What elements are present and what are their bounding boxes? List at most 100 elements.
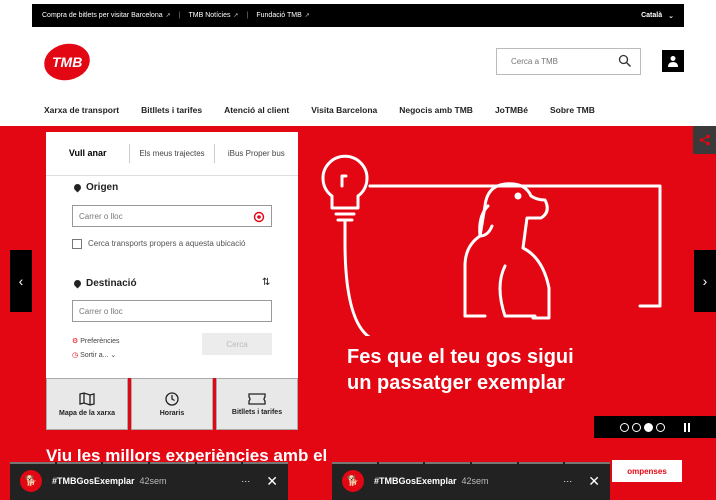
destination-placeholder: Carrer o lloc: [79, 306, 123, 316]
search-icon[interactable]: [618, 54, 632, 68]
topbar-link-buy-tickets[interactable]: Compra de bitlets per visitar Barcelona …: [42, 12, 171, 19]
hero-title-line: Fes que el teu gos sigui: [347, 346, 574, 368]
story-timestamp: 42sem: [139, 476, 167, 486]
close-icon[interactable]: ✕: [266, 473, 278, 490]
clock-icon: ◷: [72, 352, 79, 359]
depart-time-selector[interactable]: ◷ Sortir a... ⌄: [72, 349, 120, 363]
carousel-dot[interactable]: [632, 422, 641, 432]
depart-label: Sortir a...: [80, 352, 109, 359]
hero-title: Fes que el teu gos sigui un passatger ex…: [347, 344, 574, 396]
instagram-story-bar[interactable]: 🐕 #TMBGosExemplar 42sem ··· ✕: [332, 462, 611, 500]
nav-item-business[interactable]: Negocis amb TMB: [399, 105, 473, 115]
nav-item-about[interactable]: Sobre TMB: [550, 105, 595, 115]
nav-item-jotmbe[interactable]: JoTMBé: [495, 105, 528, 115]
hero-title-line: un passatger exemplar: [347, 372, 565, 394]
carousel-next-button[interactable]: ›: [694, 250, 716, 312]
carousel-indicators: [594, 416, 716, 438]
story-progress: [10, 462, 289, 464]
chevron-down-icon: ⌄: [110, 352, 117, 359]
topbar-link-foundation[interactable]: Fundació TMB ↗: [256, 12, 309, 19]
site-search: [496, 48, 641, 75]
separator: |: [178, 12, 181, 19]
promo-button[interactable]: ompenses: [612, 460, 682, 482]
chevron-down-icon: ⌄: [668, 12, 674, 20]
avatar: 🐕: [20, 470, 42, 492]
swap-icon[interactable]: ⇅: [262, 277, 270, 288]
top-utility-inner: Compra de bitlets per visitar Barcelona …: [32, 4, 684, 27]
more-options-icon[interactable]: ···: [563, 476, 572, 486]
share-button[interactable]: [693, 126, 716, 154]
top-utility-bar: Compra de bitlets per visitar Barcelona …: [0, 0, 716, 32]
origin-input[interactable]: Carrer o lloc: [72, 205, 272, 227]
story-hashtag[interactable]: #TMBGosExemplar: [374, 476, 457, 486]
destination-label: Destinació: [72, 278, 137, 289]
preferences-link[interactable]: ⚙ Preferències: [72, 335, 120, 349]
locate-me-icon[interactable]: [253, 211, 265, 223]
external-link-icon: ↗: [233, 13, 239, 19]
quick-link-label: Horaris: [159, 409, 185, 417]
language-label: Català: [641, 11, 663, 19]
user-account-button[interactable]: [662, 50, 684, 72]
dog-lightbulb-illustration: [321, 154, 662, 336]
location-pin-icon: [72, 182, 83, 193]
pause-icon[interactable]: [684, 422, 690, 432]
nav-item-transport-network[interactable]: Xarxa de transport: [44, 105, 119, 115]
nearby-checkbox[interactable]: [72, 239, 82, 249]
story-hashtag[interactable]: #TMBGosExemplar: [52, 476, 135, 486]
nav-item-customer-service[interactable]: Atenció al client: [224, 105, 289, 115]
origin-label: Origen: [72, 182, 119, 193]
language-selector[interactable]: Català ⌄: [641, 12, 674, 20]
journey-planner: Vull anar Els meus trajectes iBus Proper…: [46, 132, 298, 378]
quick-link-label: Bitllets i tarifes: [231, 408, 283, 416]
origin-label-text: Origen: [86, 182, 119, 193]
instagram-story-bar[interactable]: 🐕 #TMBGosExemplar 42sem ··· ✕: [10, 462, 289, 500]
story-progress: [332, 462, 611, 464]
tab-my-journeys[interactable]: Els meus trajectes: [130, 132, 213, 175]
nearby-transport-option[interactable]: Cerca transports propers a aquesta ubica…: [72, 239, 272, 249]
external-link-icon: ↗: [165, 13, 171, 19]
tab-ibus[interactable]: iBus Proper bus: [215, 132, 298, 175]
carousel-prev-button[interactable]: ‹: [10, 250, 32, 312]
external-link-icon: ↗: [304, 13, 310, 19]
carousel-dot[interactable]: [656, 422, 665, 432]
chevron-right-icon: ›: [702, 273, 708, 289]
chevron-left-icon: ‹: [18, 273, 24, 289]
quick-link-tickets[interactable]: Bitllets i tarifes: [216, 378, 298, 430]
site-header: TMB: [0, 32, 716, 94]
origin-placeholder: Carrer o lloc: [79, 211, 123, 221]
location-pin-icon: [72, 278, 83, 289]
search-button[interactable]: Cerca: [202, 333, 272, 355]
tab-want-to-go[interactable]: Vull anar: [46, 132, 129, 175]
planner-options: ⚙ Preferències ◷ Sortir a... ⌄: [72, 335, 120, 363]
topbar-link-label: Fundació TMB: [256, 12, 302, 19]
nav-item-visit-barcelona[interactable]: Visita Barcelona: [311, 105, 377, 115]
destination-label-text: Destinació: [86, 278, 137, 289]
more-options-icon[interactable]: ···: [241, 476, 250, 486]
preferences-label: Preferències: [80, 338, 120, 345]
story-timestamp: 42sem: [461, 476, 489, 486]
main-navigation: Xarxa de transport Bitllets i tarifes At…: [0, 94, 716, 126]
logo-text: TMB: [51, 54, 83, 71]
clock-icon: [165, 391, 179, 406]
quick-link-network-map[interactable]: Mapa de la xarxa: [46, 378, 128, 430]
sliders-icon: ⚙: [72, 338, 79, 345]
topbar-link-label: TMB Notícies: [188, 12, 231, 19]
topbar-link-news[interactable]: TMB Notícies ↗: [188, 12, 238, 19]
quick-link-timetables[interactable]: Horaris: [131, 378, 213, 430]
avatar: 🐕: [342, 470, 364, 492]
nearby-label: Cerca transports propers a aquesta ubica…: [88, 239, 246, 248]
dog-icon: 🐕: [346, 475, 360, 487]
separator: |: [246, 12, 249, 19]
close-icon[interactable]: ✕: [588, 473, 600, 490]
dog-icon: 🐕: [24, 475, 38, 487]
carousel-dot-active[interactable]: [644, 422, 653, 432]
carousel-dot[interactable]: [620, 422, 629, 432]
nav-item-tickets-fares[interactable]: Bitllets i tarifes: [141, 105, 202, 115]
map-icon: [79, 391, 95, 406]
destination-input[interactable]: Carrer o lloc: [72, 300, 272, 322]
search-input[interactable]: [497, 57, 607, 66]
share-icon: [699, 134, 710, 146]
topbar-link-label: Compra de bitlets per visitar Barcelona: [42, 12, 163, 19]
tmb-logo[interactable]: TMB: [40, 39, 94, 85]
ticket-icon: [248, 392, 266, 405]
